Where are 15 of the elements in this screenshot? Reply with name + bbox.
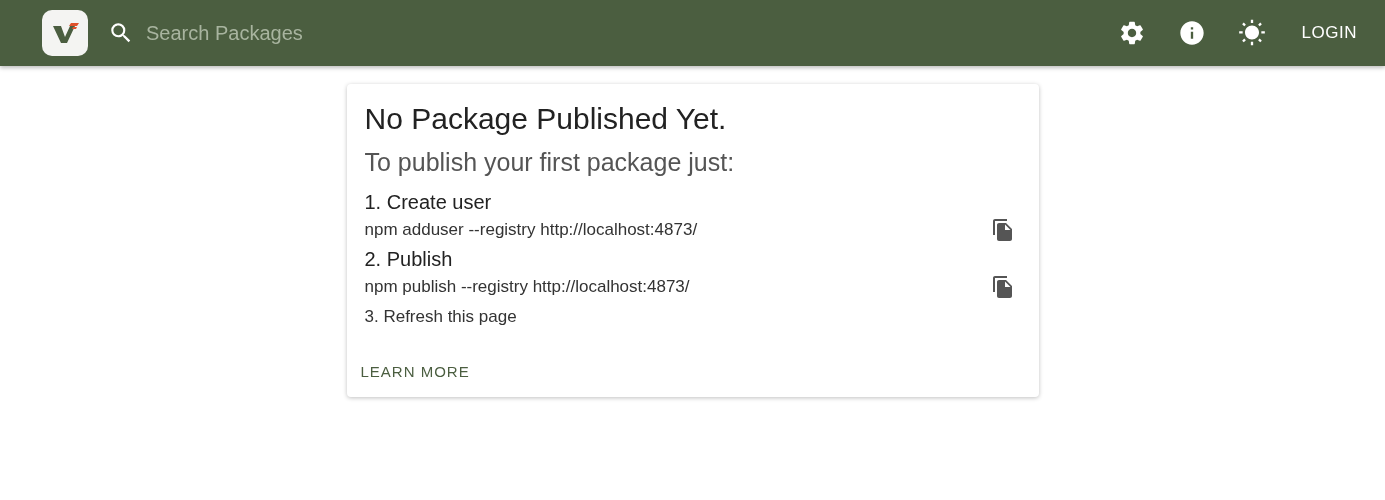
login-button[interactable]: LOGIN bbox=[1289, 17, 1369, 49]
command-text: npm publish --registry http://localhost:4873/ bbox=[364, 277, 690, 297]
command-text: npm adduser --registry http://localhost:4873/ bbox=[364, 220, 698, 240]
card-subtitle: To publish your first package just: bbox=[364, 148, 736, 177]
info-button[interactable] bbox=[1177, 19, 1206, 47]
learn-more-link[interactable]: LEARN MORE bbox=[360, 363, 470, 380]
search-field[interactable]: Search Packages bbox=[144, 20, 448, 46]
logo-icon[interactable] bbox=[42, 10, 88, 56]
copy-button[interactable] bbox=[990, 275, 1015, 299]
step-label: 2. Publish bbox=[364, 248, 454, 271]
step-label: 3. Refresh this page bbox=[364, 307, 518, 327]
copy-button[interactable] bbox=[990, 218, 1015, 242]
card-title: No Package Published Yet. bbox=[364, 102, 728, 136]
step-label: 1. Create user bbox=[364, 191, 493, 214]
sun-button[interactable] bbox=[1237, 19, 1266, 47]
